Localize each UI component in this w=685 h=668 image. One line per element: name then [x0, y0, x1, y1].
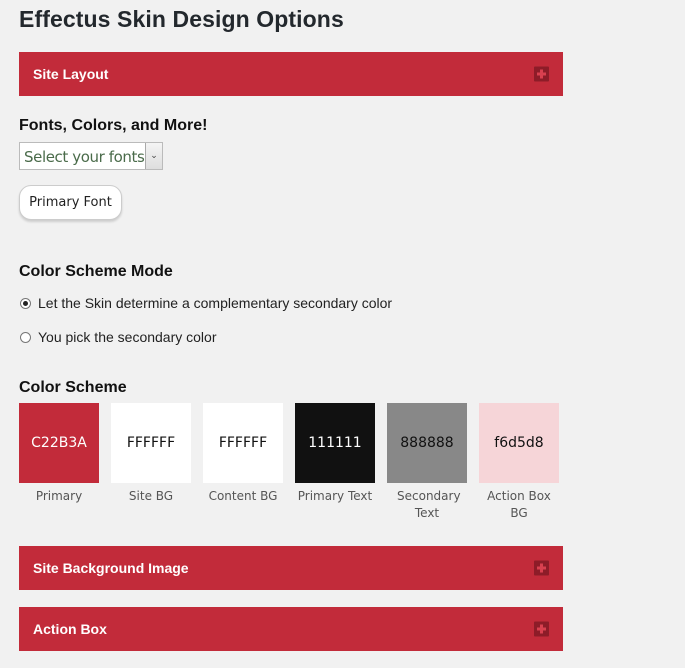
swatch-label: Site BG: [128, 489, 174, 503]
swatch-secondary-text[interactable]: 888888: [387, 403, 467, 483]
color-mode-heading: Color Scheme Mode: [19, 263, 173, 280]
radio-label: You pick the secondary color: [38, 329, 217, 345]
swatch-label: Primary: [35, 489, 83, 503]
plus-icon[interactable]: [534, 621, 549, 637]
radio-button-checked[interactable]: [20, 297, 31, 309]
panel-site-background-image[interactable]: Site Background Image: [19, 546, 563, 590]
page-title: Effectus Skin Design Options: [19, 6, 344, 32]
panel-site-layout[interactable]: Site Layout: [19, 52, 563, 96]
radio-label: Let the Skin determine a complementary s…: [38, 295, 393, 311]
radio-button[interactable]: [20, 331, 31, 343]
swatch-value: 888888: [400, 435, 454, 451]
swatch-action-box-bg[interactable]: f6d5d8: [479, 403, 559, 483]
panel-label: Action Box: [33, 621, 107, 637]
fonts-heading: Fonts, Colors, and More!: [19, 117, 208, 134]
swatch-value: FFFFFF: [218, 435, 268, 451]
radio-option-pick-secondary[interactable]: You pick the secondary color: [20, 329, 216, 345]
color-scheme-heading: Color Scheme: [19, 379, 127, 396]
swatch-site-bg[interactable]: FFFFFF: [111, 403, 191, 483]
panel-label: Site Layout: [33, 66, 109, 82]
swatch-primary-text[interactable]: 111111: [295, 403, 375, 483]
panel-action-box[interactable]: Action Box: [19, 607, 563, 651]
swatch-label: Primary Text: [297, 489, 373, 503]
radio-option-auto-secondary[interactable]: Let the Skin determine a complementary s…: [20, 295, 392, 311]
font-select[interactable]: Select your fonts: ⌄: [19, 142, 163, 170]
swatch-label: Action Box BG: [487, 489, 551, 520]
plus-icon[interactable]: [534, 560, 549, 576]
swatch-primary[interactable]: C22B3A: [19, 403, 99, 483]
swatch-label: Content BG: [208, 489, 278, 503]
panel-label: Site Background Image: [33, 560, 189, 576]
font-select-value: Select your fonts:: [24, 148, 150, 166]
chevron-down-icon[interactable]: ⌄: [145, 143, 162, 169]
primary-font-button[interactable]: Primary Font: [19, 185, 122, 220]
swatch-content-bg[interactable]: FFFFFF: [203, 403, 283, 483]
plus-icon[interactable]: [534, 66, 549, 82]
swatch-value: FFFFFF: [126, 435, 176, 451]
swatch-value: C22B3A: [31, 435, 87, 451]
swatch-label: Secondary Text: [397, 489, 461, 520]
swatch-value: 111111: [308, 435, 362, 451]
swatch-value: f6d5d8: [494, 435, 544, 451]
